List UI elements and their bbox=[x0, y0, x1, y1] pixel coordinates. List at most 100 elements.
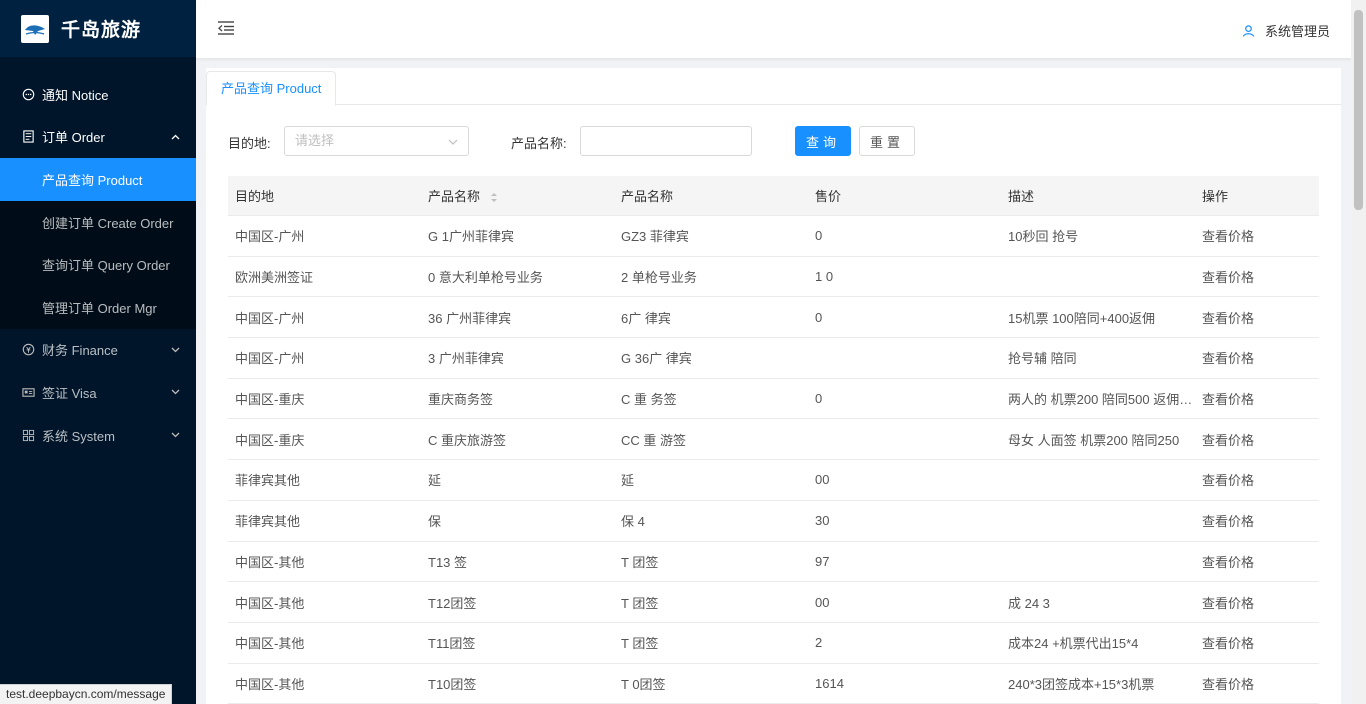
table-row: 中国区-重庆 C 重庆旅游签 CC 重 游签 母女 人面签 机票200 陪同250 查看… bbox=[228, 419, 1319, 461]
column-header: 操作 bbox=[1202, 189, 1229, 204]
table-cell: 36 广州菲律宾 bbox=[428, 310, 512, 326]
table-cell: 欧洲美洲签证 bbox=[235, 270, 314, 286]
table-cell: T13 签 bbox=[428, 554, 468, 570]
view-price-link[interactable]: 查看价格 bbox=[1195, 308, 1319, 327]
table-cell: 中国区-重庆 bbox=[235, 432, 305, 448]
product-name-input[interactable] bbox=[580, 126, 752, 156]
table-cell: T 团签 bbox=[621, 595, 659, 611]
table-cell: 延 bbox=[428, 473, 442, 489]
chevron-up-icon bbox=[170, 132, 180, 142]
tab-product[interactable]: 产品查询 Product bbox=[206, 71, 337, 106]
table-row: 中国区-其他 T13 签 T 团签 97 查看价格 bbox=[228, 542, 1319, 583]
table-cell: T12团签 bbox=[428, 595, 477, 611]
table-cell: 15机票 100陪同+400返佣 bbox=[1008, 310, 1156, 326]
table-cell: 中国区-其他 bbox=[235, 554, 305, 570]
logo[interactable]: 千岛旅游 bbox=[0, 0, 196, 57]
search-button[interactable]: 查询 bbox=[795, 126, 851, 156]
sidebar-item-query-order[interactable]: 查询订单 Query Order bbox=[0, 243, 196, 286]
sidebar-item-system[interactable]: 系统 System bbox=[0, 414, 196, 457]
destination-select[interactable]: 请选择 bbox=[284, 126, 469, 156]
view-price-link[interactable]: 查看价格 bbox=[1195, 674, 1319, 693]
sidebar: 千岛旅游 通知 Notice 订单 Order 产品查询 Product 创建订… bbox=[0, 0, 196, 704]
table-cell: 中国区-其他 bbox=[235, 636, 305, 652]
table-cell: 1 0 bbox=[815, 269, 834, 285]
table-cell: GZ3 菲律宾 bbox=[621, 229, 689, 245]
reset-button[interactable]: 重置 bbox=[859, 126, 915, 156]
table-cell: 10秒回 抢号 bbox=[1008, 229, 1079, 245]
view-price-link[interactable]: 查看价格 bbox=[1195, 633, 1319, 652]
table-cell: G 1广州菲律宾 bbox=[428, 229, 514, 245]
table-cell: 6广 律宾 bbox=[621, 310, 671, 326]
view-price-link[interactable]: 查看价格 bbox=[1195, 226, 1319, 245]
sidebar-item-label: 产品查询 Product bbox=[42, 172, 143, 188]
chevron-down-icon bbox=[170, 387, 180, 397]
table-cell: 0 bbox=[815, 391, 823, 407]
table-cell: 0 bbox=[815, 228, 823, 244]
table-cell: 母女 人面签 机票200 陪同250 bbox=[1008, 432, 1180, 448]
table-row: 中国区-重庆 重庆商务签 C 重 务签 0 两人的 机票200 陪同500 返佣3.… bbox=[228, 379, 1319, 420]
sidebar-item-visa[interactable]: 签证 Visa bbox=[0, 371, 196, 414]
sidebar-item-notice[interactable]: 通知 Notice bbox=[0, 73, 196, 116]
table-cell: 延 bbox=[621, 473, 635, 489]
bell-icon bbox=[21, 87, 35, 101]
table-cell: 中国区-重庆 bbox=[235, 392, 305, 408]
table-row: 中国区-广州 36 广州菲律宾 6广 律宾 0 15机票 100陪同+400返佣 查… bbox=[228, 297, 1319, 339]
table-cell: 2 单枪号业务 bbox=[621, 270, 697, 286]
product-table: 目的地 产品名称 产品名称 售价 描述 操作 中国区-广州 G 1广州菲律宾 GZ3… bbox=[228, 176, 1319, 704]
table-row: 中国区-广州 3 广州菲律宾 G 36广 律宾 抢号辅 陪同 查看价格 bbox=[228, 338, 1319, 379]
table-cell: 2 bbox=[815, 635, 823, 651]
sidebar-item-finance[interactable]: 财务 Finance bbox=[0, 329, 196, 372]
view-price-link[interactable]: 查看价格 bbox=[1195, 389, 1319, 408]
sort-icon[interactable] bbox=[490, 192, 498, 203]
column-header: 描述 bbox=[1008, 189, 1035, 204]
column-header-sortable[interactable]: 产品名称 bbox=[421, 186, 614, 205]
sidebar-item-label: 管理订单 Order Mgr bbox=[42, 300, 157, 316]
sidebar-item-order-mgr[interactable]: 管理订单 Order Mgr bbox=[0, 286, 196, 329]
view-price-link[interactable]: 查看价格 bbox=[1195, 552, 1319, 571]
sidebar-item-label: 签证 Visa bbox=[42, 385, 97, 401]
table-cell: 菲律宾其他 bbox=[235, 514, 301, 530]
vertical-scrollbar[interactable] bbox=[1351, 0, 1366, 704]
main-content: 产品查询 Product 目的地: 请选择 产品名称: 查询 重置 目的地 产品… bbox=[206, 68, 1341, 704]
menu-fold-icon[interactable] bbox=[217, 19, 235, 37]
sidebar-item-label: 创建订单 Create Order bbox=[42, 215, 174, 231]
sidebar-item-product[interactable]: 产品查询 Product bbox=[0, 158, 196, 201]
user-menu[interactable]: 系统管理员 bbox=[1242, 21, 1330, 40]
destination-placeholder: 请选择 bbox=[295, 133, 335, 148]
table-cell: C 重庆旅游签 bbox=[428, 432, 507, 448]
table-row: 中国区-其他 T11团签 T 团签 2 成本24 +机票代出15*4 查看价格 bbox=[228, 623, 1319, 664]
view-price-link[interactable]: 查看价格 bbox=[1195, 511, 1319, 530]
view-price-link[interactable]: 查看价格 bbox=[1195, 348, 1319, 367]
view-price-link[interactable]: 查看价格 bbox=[1195, 593, 1319, 612]
view-price-link[interactable]: 查看价格 bbox=[1195, 470, 1319, 489]
table-cell: 1614 bbox=[815, 675, 844, 691]
table-row: 欧洲美洲签证 0 意大利单枪号业务 2 单枪号业务 1 0 查看价格 bbox=[228, 257, 1319, 298]
table-cell: 0 bbox=[815, 309, 823, 325]
sidebar-item-label: 财务 Finance bbox=[42, 343, 118, 359]
sidebar-item-label: 查询订单 Query Order bbox=[42, 258, 170, 274]
table-cell: 抢号辅 陪同 bbox=[1008, 351, 1077, 367]
scrollbar-thumb[interactable] bbox=[1354, 10, 1363, 210]
table-cell: CC 重 游签 bbox=[621, 432, 687, 448]
sidebar-item-order[interactable]: 订单 Order bbox=[0, 116, 196, 159]
sidebar-item-create-order[interactable]: 创建订单 Create Order bbox=[0, 201, 196, 244]
table-cell: 保 bbox=[428, 514, 442, 530]
table-cell: 菲律宾其他 bbox=[235, 473, 301, 489]
sidebar-menu: 通知 Notice 订单 Order 产品查询 Product 创建订单 Cre… bbox=[0, 57, 196, 456]
sidebar-item-label: 订单 Order bbox=[42, 130, 105, 146]
filter-bar: 目的地: 请选择 产品名称: 查询 重置 bbox=[228, 126, 1328, 156]
table-cell: T11团签 bbox=[428, 636, 476, 652]
table-cell: 重庆商务签 bbox=[428, 392, 494, 408]
table-row: 菲律宾其他 保 保 4 30 查看价格 bbox=[228, 501, 1319, 542]
view-price-link[interactable]: 查看价格 bbox=[1195, 430, 1319, 449]
sidebar-item-label: 系统 System bbox=[42, 428, 115, 444]
table-cell: 240*3团签成本+15*3机票 bbox=[1008, 676, 1155, 692]
view-price-link[interactable]: 查看价格 bbox=[1195, 267, 1319, 286]
table-cell: 成 24 3 bbox=[1008, 595, 1050, 611]
table-cell: 3 广州菲律宾 bbox=[428, 351, 504, 367]
column-header: 目的地 bbox=[235, 189, 275, 204]
product-name-label: 产品名称: bbox=[511, 136, 567, 151]
table-cell: G 36广 律宾 bbox=[621, 351, 692, 367]
status-bar-url: test.deepbaycn.com/message bbox=[0, 684, 173, 704]
table-cell: 成本24 +机票代出15*4 bbox=[1008, 636, 1139, 652]
